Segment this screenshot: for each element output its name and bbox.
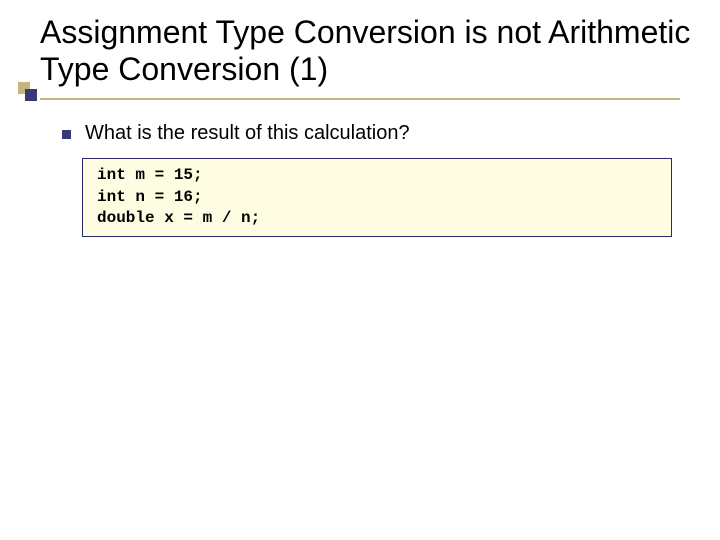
bullet-text: What is the result of this calculation? [85, 122, 410, 145]
title-ornament-icon [18, 82, 42, 100]
slide-title: Assignment Type Conversion is not Arithm… [40, 14, 700, 88]
code-block: int m = 15; int n = 16; double x = m / n… [82, 158, 672, 237]
square-bullet-icon [62, 130, 71, 139]
title-block: Assignment Type Conversion is not Arithm… [40, 14, 700, 88]
slide: Assignment Type Conversion is not Arithm… [0, 0, 720, 540]
bullet-row: What is the result of this calculation? [62, 122, 410, 145]
title-underline [40, 98, 680, 100]
